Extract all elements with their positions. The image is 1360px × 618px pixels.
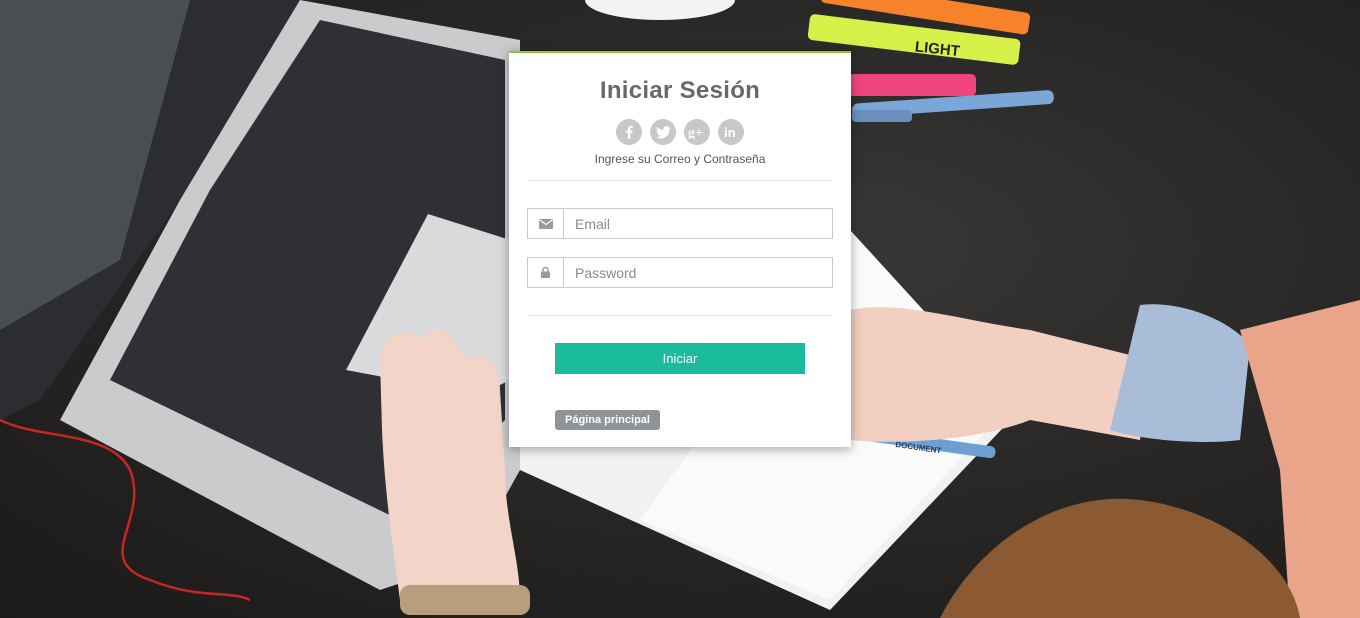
coffee-cup (585, 0, 735, 20)
sleeve (1110, 304, 1250, 442)
divider (527, 315, 832, 316)
email-field (527, 208, 833, 239)
login-title: Iniciar Sesión (599, 77, 761, 104)
marker-label: LIGHT (914, 38, 961, 60)
right-hand (850, 307, 1150, 442)
password-input[interactable] (564, 258, 832, 287)
home-page-button[interactable]: Página principal (555, 410, 660, 430)
divider (527, 180, 832, 181)
login-card: Iniciar Sesión g+ in Ingrese su Correo y… (509, 51, 851, 447)
login-button[interactable]: Iniciar (555, 343, 805, 374)
pink-marker (848, 74, 976, 96)
email-input[interactable] (564, 209, 832, 238)
lock-icon (528, 258, 564, 287)
login-subtitle: Ingrese su Correo y Contraseña (594, 152, 766, 166)
svg-text:in: in (724, 125, 736, 139)
linkedin-icon[interactable]: in (718, 119, 744, 145)
bracelet (400, 585, 530, 615)
svg-text:g+: g+ (688, 126, 703, 139)
password-field (527, 257, 833, 288)
envelope-icon (528, 209, 564, 238)
facebook-icon[interactable] (616, 119, 642, 145)
hair (940, 498, 1300, 618)
social-login-row: g+ in (509, 119, 851, 145)
twitter-icon[interactable] (650, 119, 676, 145)
google-plus-icon[interactable]: g+ (684, 119, 710, 145)
